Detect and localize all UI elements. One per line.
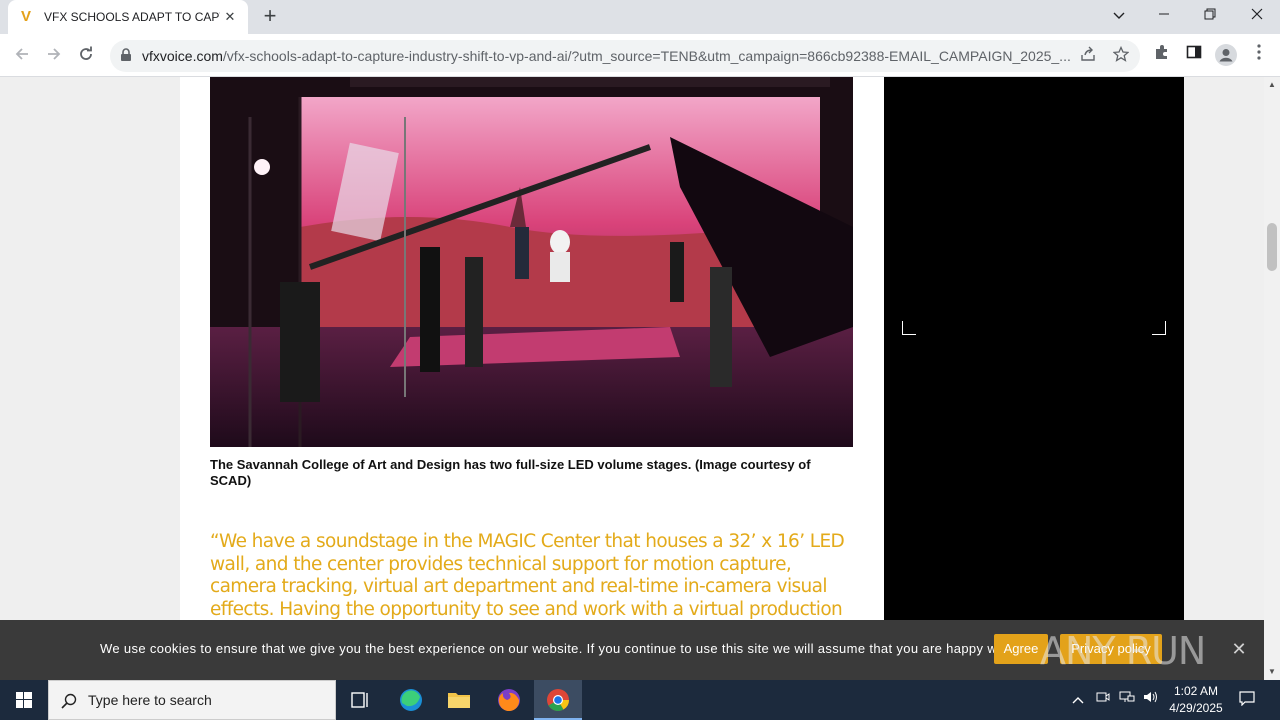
side-panel-icon[interactable] [1182,44,1206,68]
tab-search-chevron-icon[interactable] [1096,0,1142,30]
search-placeholder: Type here to search [88,692,212,708]
network-icon[interactable] [1117,690,1137,710]
anyrun-watermark: ANY RUN [1040,629,1206,673]
cookie-message: We use cookies to ensure that we give yo… [100,641,1027,656]
notifications-icon[interactable] [1237,690,1257,710]
bookmark-star-icon[interactable] [1111,45,1131,66]
url-text[interactable]: vfxvoice.com/vfx-schools-adapt-to-captur… [142,48,1077,64]
task-view-icon[interactable] [336,680,384,720]
tab-title: VFX SCHOOLS ADAPT TO CAPTURE [44,10,220,24]
close-window-button[interactable] [1234,0,1280,30]
watermark-text: ANY RUN [1040,629,1206,673]
site-favicon-icon: V [20,8,31,25]
screen: V VFX SCHOOLS ADAPT TO CAPTURE ✕ + [0,0,1280,720]
tray-overflow-chevron-icon[interactable] [1068,690,1088,710]
clock-time: 1:02 AM [1173,684,1219,698]
reload-icon[interactable] [72,42,100,70]
tab-active[interactable]: V VFX SCHOOLS ADAPT TO CAPTURE ✕ [8,0,248,34]
scroll-up-arrow-icon[interactable]: ▲ [1264,77,1280,93]
article-column: The Savannah College of Art and Design h… [180,77,884,680]
meet-now-icon[interactable] [1093,690,1113,710]
clock-date: 4/29/2025 [1169,701,1223,715]
edge-browser-icon[interactable] [387,680,435,720]
ad-frame-corner-right [1152,321,1166,335]
address-bar[interactable]: vfxvoice.com/vfx-schools-adapt-to-captur… [110,40,1140,72]
scroll-thumb[interactable] [1267,223,1277,271]
profile-avatar-icon[interactable] [1214,44,1238,68]
browser-toolbar: vfxvoice.com/vfx-schools-adapt-to-captur… [0,34,1280,77]
tab-close-icon[interactable]: ✕ [222,9,238,25]
forward-arrow-icon[interactable] [40,42,68,70]
scroll-down-arrow-icon[interactable]: ▼ [1264,664,1280,680]
chrome-icon[interactable] [534,680,582,720]
taskbar-search-box[interactable]: Type here to search [48,680,336,720]
tab-strip: V VFX SCHOOLS ADAPT TO CAPTURE ✕ + [0,0,1280,34]
photo-caption: The Savannah College of Art and Design h… [210,457,811,488]
volume-icon[interactable] [1141,690,1161,710]
firefox-icon[interactable] [485,680,533,720]
menu-kebab-icon[interactable] [1247,44,1271,68]
system-clock[interactable]: 1:02 AM 4/29/2025 [1160,683,1232,717]
extensions-puzzle-icon[interactable] [1150,44,1174,68]
minimize-button[interactable] [1141,0,1187,30]
article-photo [210,77,853,447]
new-tab-button[interactable]: + [258,5,282,29]
page-viewport: The Savannah College of Art and Design h… [0,77,1264,680]
cookie-banner: We use cookies to ensure that we give yo… [0,620,1264,680]
sidebar-ad-slot[interactable] [884,77,1184,680]
windows-taskbar: Type here to search 1:02 AM 4/29/2025 [0,680,1280,720]
ad-frame-corner-left [902,321,916,335]
share-icon[interactable] [1078,46,1098,66]
windows-start-icon[interactable] [0,680,48,720]
restore-button[interactable] [1187,0,1233,30]
file-explorer-icon[interactable] [435,680,483,720]
lock-icon[interactable] [120,48,132,62]
search-icon [61,693,77,709]
back-arrow-icon[interactable] [8,42,36,70]
page-scrollbar[interactable]: ▲ ▼ [1264,77,1280,680]
cookie-close-icon[interactable]: ✕ [1230,638,1248,660]
